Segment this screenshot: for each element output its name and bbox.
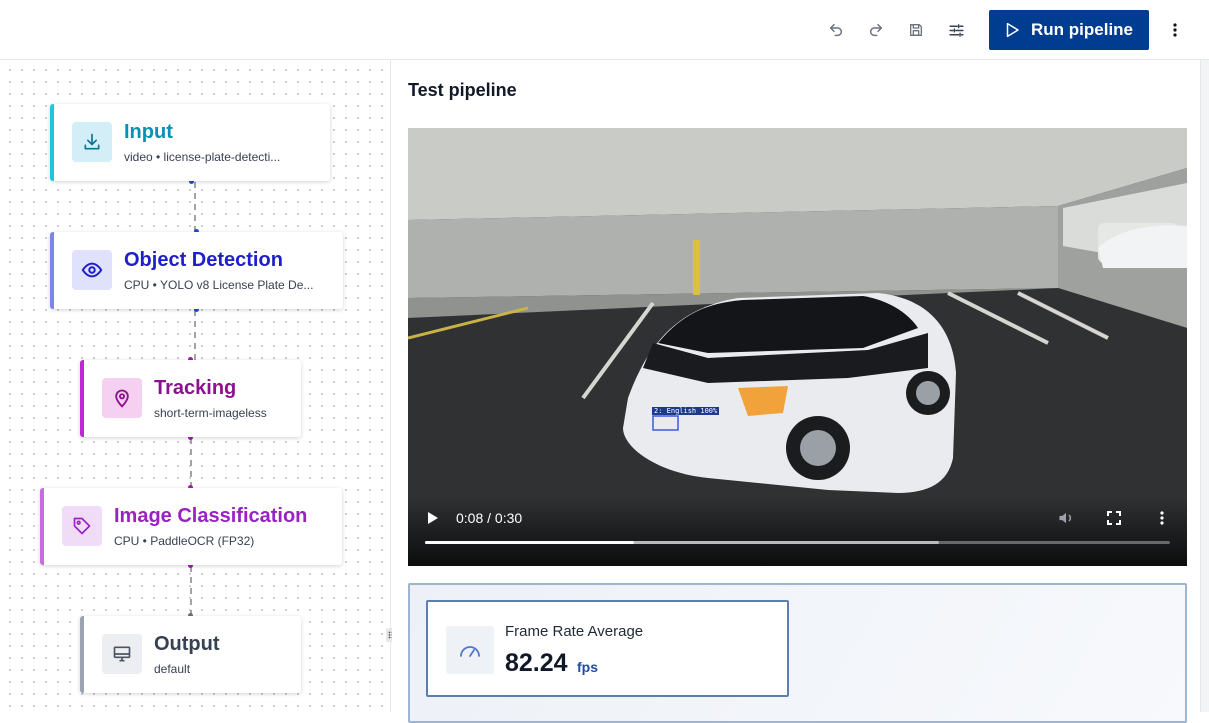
node-output[interactable]: Output default xyxy=(80,616,301,693)
edge-detection-tracking xyxy=(194,310,196,360)
more-vertical-icon[interactable] xyxy=(1163,18,1187,42)
download-icon xyxy=(72,122,112,162)
node-image-classification[interactable]: Image Classification CPU • PaddleOCR (FP… xyxy=(40,488,342,565)
video-player[interactable]: 2: English 100% 0:08 / 0:30 xyxy=(408,128,1187,566)
video-more-icon[interactable] xyxy=(1152,508,1172,528)
eye-icon xyxy=(72,250,112,290)
node-subtitle: video • license-plate-detecti... xyxy=(124,150,281,164)
play-outline-icon xyxy=(1006,22,1019,38)
panel-title: Test pipeline xyxy=(408,80,517,100)
monitor-icon xyxy=(102,634,142,674)
video-time: 0:08 / 0:30 xyxy=(456,510,523,526)
fullscreen-icon[interactable] xyxy=(1104,508,1124,528)
gauge-icon xyxy=(446,626,494,674)
edge-classification-output xyxy=(190,566,192,616)
metric-label: Frame Rate Average xyxy=(505,623,644,640)
node-subtitle: CPU • YOLO v8 License Plate De... xyxy=(124,278,314,292)
run-pipeline-label: Run pipeline xyxy=(1031,20,1133,39)
node-title: Tracking xyxy=(154,377,237,399)
volume-icon[interactable] xyxy=(1056,508,1076,528)
node-subtitle: default xyxy=(154,662,191,676)
undo-icon[interactable] xyxy=(824,18,848,42)
play-icon[interactable] xyxy=(424,509,442,527)
video-progress-bar[interactable] xyxy=(425,541,1170,544)
node-tracking[interactable]: Tracking short-term-imageless xyxy=(80,360,301,437)
edge-input-detection xyxy=(194,182,196,232)
node-title: Output xyxy=(154,633,220,655)
tag-icon xyxy=(62,506,102,546)
top-toolbar: Run pipeline xyxy=(0,0,1209,60)
save-icon[interactable] xyxy=(904,18,928,42)
metric-value: 82.24 xyxy=(505,649,568,677)
video-controls xyxy=(408,496,1187,566)
redo-icon[interactable] xyxy=(864,18,888,42)
video-played xyxy=(425,541,634,544)
sliders-icon[interactable] xyxy=(944,18,968,42)
metric-unit: fps xyxy=(577,659,598,675)
location-pin-icon xyxy=(102,378,142,418)
node-input[interactable]: Input video • license-plate-detecti... xyxy=(50,104,330,181)
node-subtitle: CPU • PaddleOCR (FP32) xyxy=(114,534,255,548)
node-title: Input xyxy=(124,121,173,143)
node-title: Object Detection xyxy=(124,249,283,271)
run-pipeline-button[interactable]: Run pipeline xyxy=(989,10,1149,50)
metric-card-fps: Frame Rate Average 82.24 fps xyxy=(426,600,789,697)
node-title: Image Classification xyxy=(114,505,308,527)
node-object-detection[interactable]: Object Detection CPU • YOLO v8 License P… xyxy=(50,232,343,309)
node-subtitle: short-term-imageless xyxy=(154,406,267,420)
edge-tracking-classification xyxy=(190,438,192,488)
detection-label: 2: English 100% xyxy=(652,407,720,415)
panel-scrollbar[interactable] xyxy=(1200,60,1209,712)
